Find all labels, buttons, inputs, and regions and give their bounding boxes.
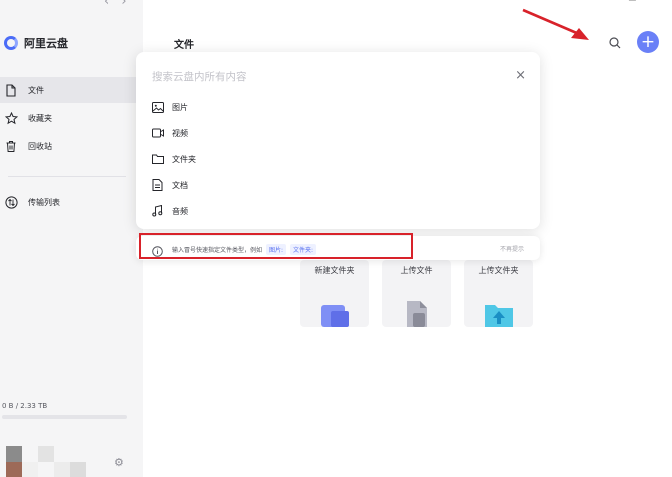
search-filter-label: 文档 [172,180,188,190]
page-title: 文件 [174,40,194,51]
sidebar-item-label: 文件 [28,85,44,95]
sidebar-divider [8,176,126,177]
document-icon [152,179,164,191]
card-label: 新建文件夹 [314,266,355,275]
search-filter-images[interactable]: 图片 [152,101,188,113]
storage-usage-bar [2,415,127,419]
sidebar: ‹ › 阿里云盘 文件 收藏夹 回收站 传输列表 0 B / 2.33 TB ⚙ [0,0,143,477]
sidebar-item-transfers[interactable]: 传输列表 [0,189,143,215]
image-icon [152,101,164,113]
sidebar-item-files[interactable]: 文件 [0,77,143,103]
add-button[interactable]: + [637,31,659,53]
storage-usage-text: 0 B / 2.33 TB [2,402,48,410]
upload-file-card[interactable]: 上传文件 [382,260,451,327]
folder-icon [152,153,164,165]
settings-gear-icon[interactable]: ⚙ [114,456,124,469]
file-icon [4,83,18,97]
card-label: 上传文件 [400,266,433,275]
sidebar-item-label: 传输列表 [28,197,60,207]
brand: 阿里云盘 [4,35,68,51]
video-icon [152,127,164,139]
card-label: 上传文件夹 [478,266,519,275]
sidebar-item-recycle-bin[interactable]: 回收站 [0,133,143,159]
upload-file-icon [403,301,431,327]
dont-show-again-link[interactable]: 不再提示 [500,244,524,253]
close-icon[interactable]: × [515,68,526,83]
star-icon [4,111,18,125]
search-filter-documents[interactable]: 文档 [152,179,188,191]
sidebar-item-label: 回收站 [28,141,52,151]
minimize-icon[interactable]: ▭ [628,0,637,4]
app-window: ‹ › 阿里云盘 文件 收藏夹 回收站 传输列表 0 B / 2.33 TB ⚙… [0,0,672,477]
aliyun-drive-logo-icon [4,36,18,50]
search-input[interactable] [152,71,492,83]
search-icon[interactable] [608,35,622,49]
upload-folder-card[interactable]: 上传文件夹 [464,260,533,327]
sidebar-item-label: 收藏夹 [28,113,52,123]
search-filter-audio[interactable]: 音频 [152,205,188,217]
upload-folder-icon [484,301,513,327]
forward-arrow-icon[interactable]: › [121,0,126,9]
sidebar-item-favorites[interactable]: 收藏夹 [0,105,143,131]
search-filter-videos[interactable]: 视频 [152,127,188,139]
search-panel: × 图片 视频 文件夹 文档 [136,52,540,229]
new-folder-icon [320,301,349,327]
trash-icon [4,139,18,153]
search-filter-label: 图片 [172,102,188,112]
search-filter-label: 文件夹 [172,154,196,164]
annotation-highlight-box [139,233,413,259]
new-folder-card[interactable]: 新建文件夹 [300,260,369,327]
search-filter-label: 音频 [172,206,188,216]
history-nav: ‹ › [104,0,135,9]
back-arrow-icon[interactable]: ‹ [104,0,109,9]
avatar[interactable] [6,446,86,477]
music-icon [152,205,164,217]
annotation-arrow-icon [522,8,589,40]
search-filter-folders[interactable]: 文件夹 [152,153,196,165]
search-filter-label: 视频 [172,128,188,138]
transfer-icon [4,195,18,209]
brand-name: 阿里云盘 [24,37,68,50]
